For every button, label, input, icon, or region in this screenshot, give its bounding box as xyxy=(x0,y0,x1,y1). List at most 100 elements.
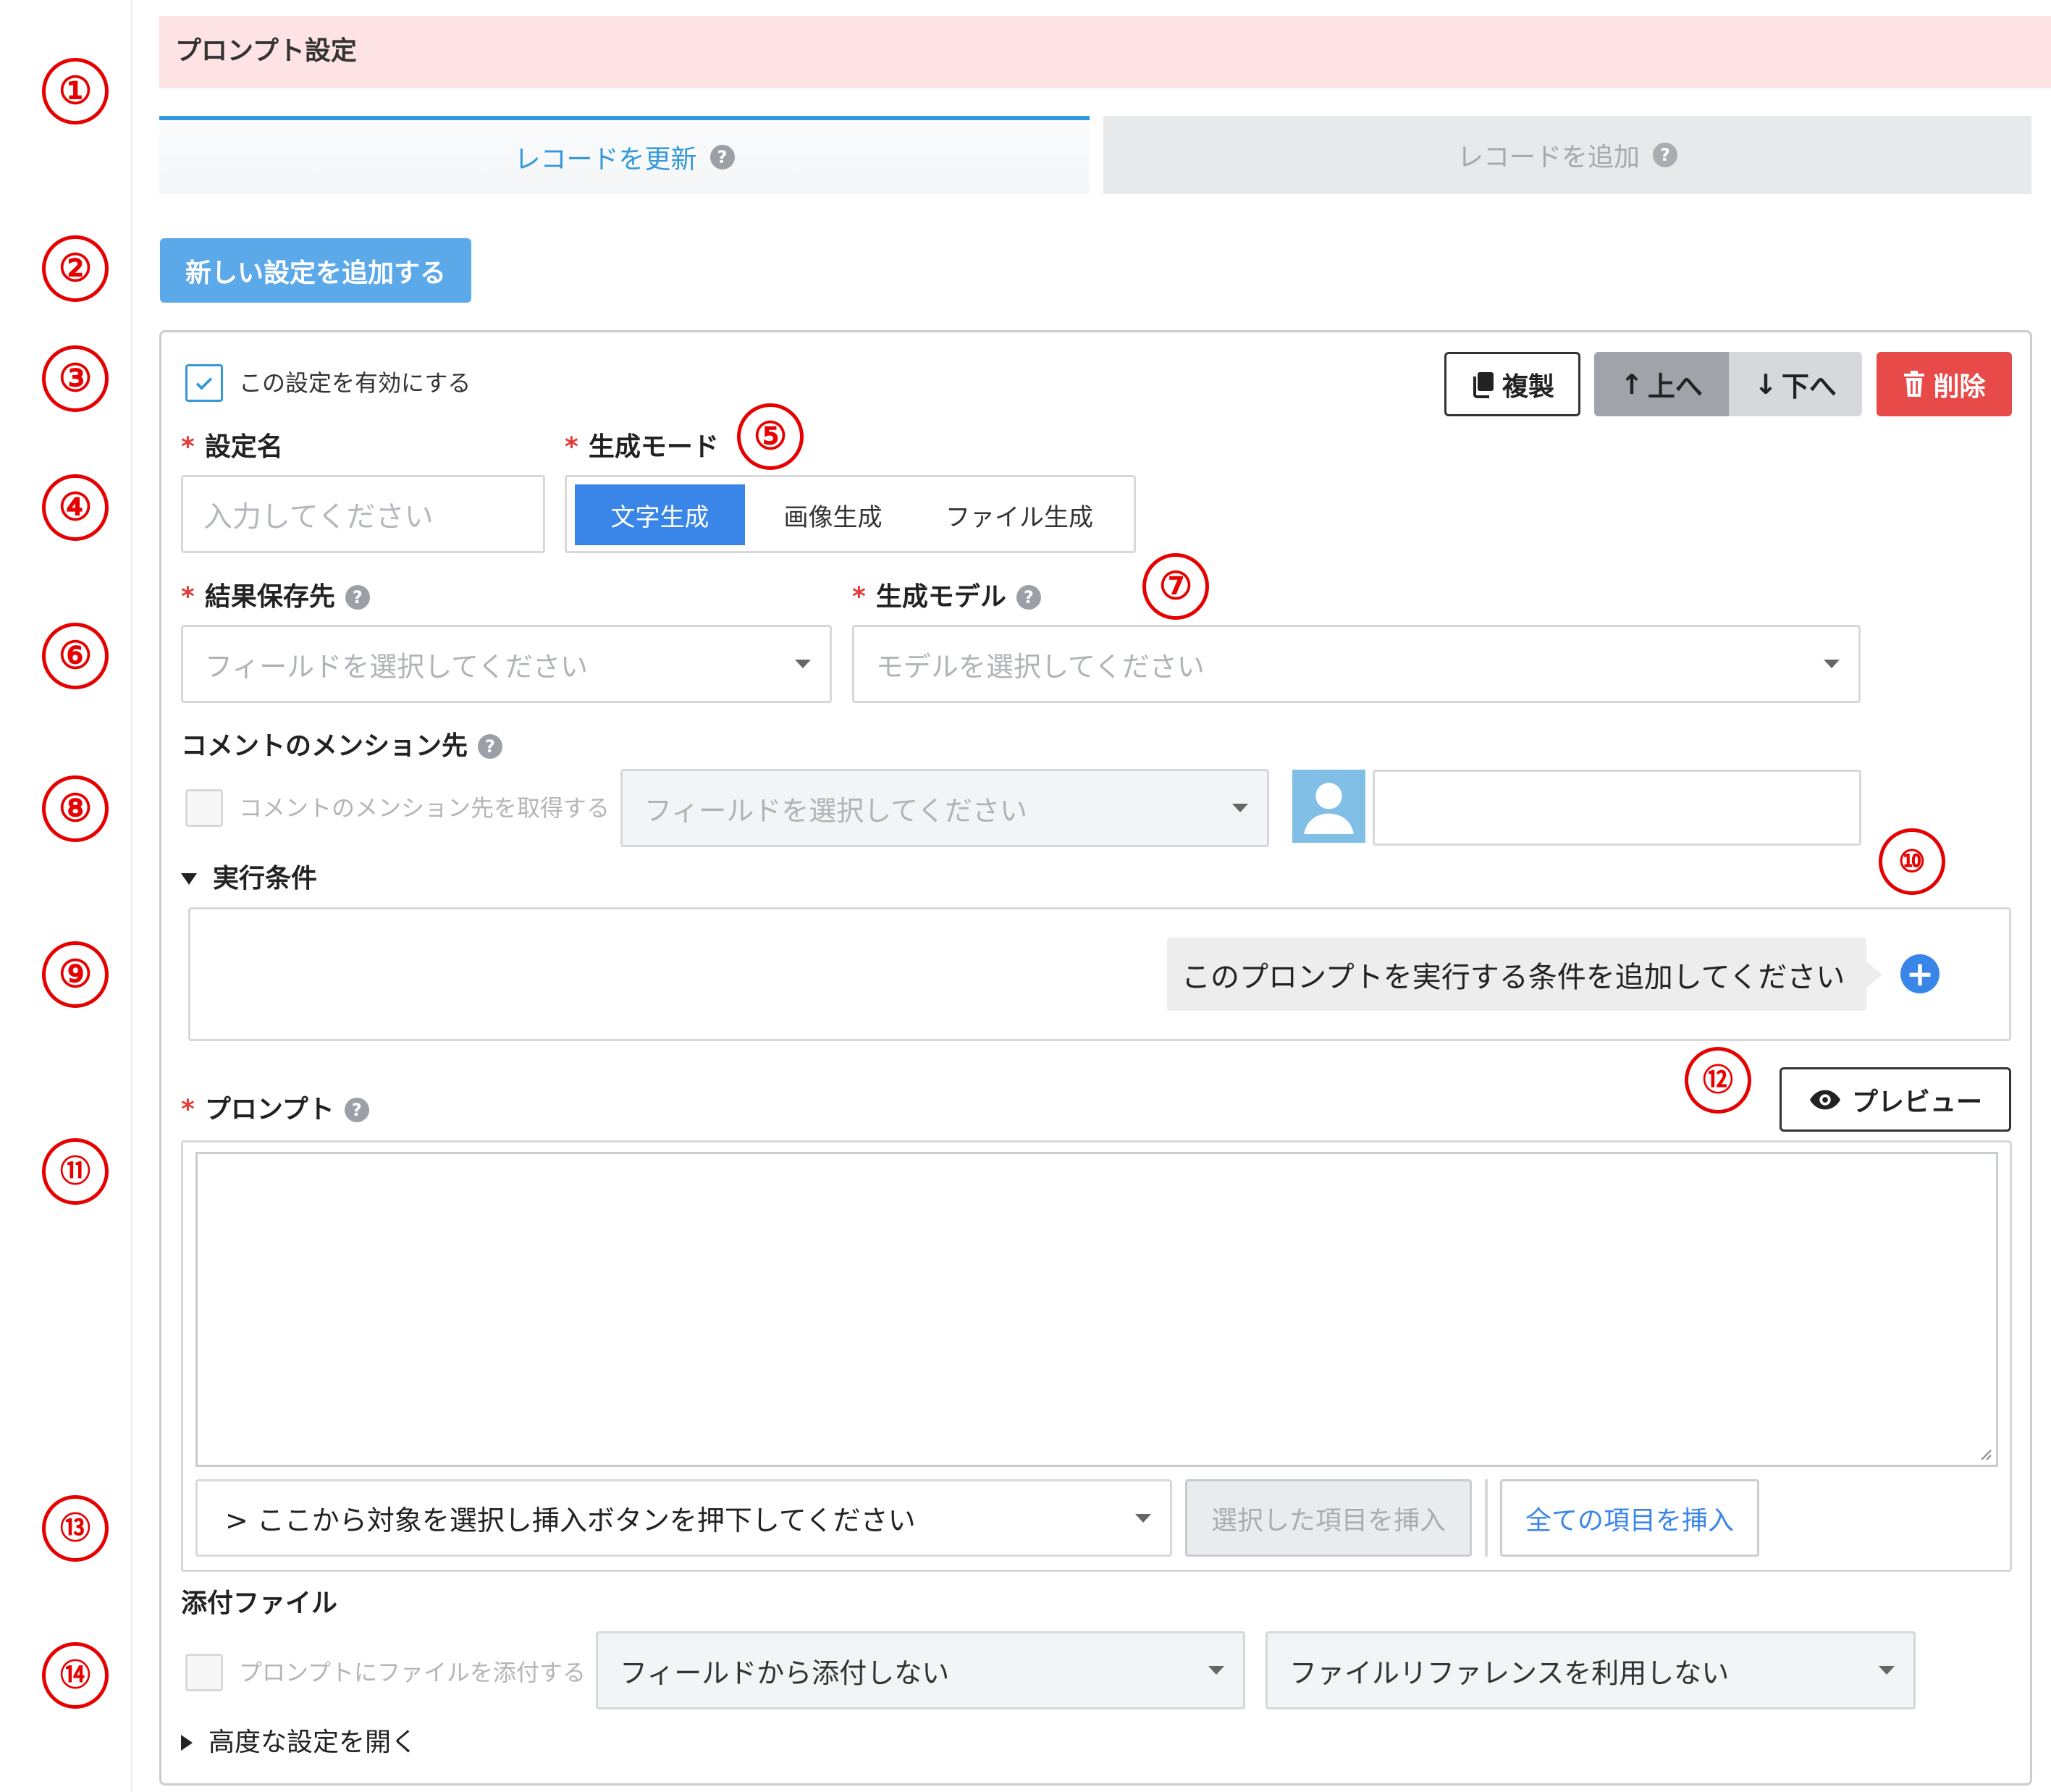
arrow-up-icon: ↑ xyxy=(1620,368,1643,400)
marker-1: ① xyxy=(42,58,109,125)
insert-all-button[interactable]: 全ての項目を挿入 xyxy=(1500,1479,1759,1557)
required-mark: * xyxy=(181,582,195,612)
resize-handle-icon[interactable] xyxy=(1977,1446,1992,1460)
marker-14: ⑭ xyxy=(42,1642,109,1709)
tab-update-record[interactable]: レコードを更新 ? xyxy=(159,116,1090,194)
marker-8: ⑧ xyxy=(42,775,109,842)
insert-field-placeholder: > ここから対象を選択し挿入ボタンを押下してください xyxy=(225,1505,916,1536)
insert-selected-button[interactable]: 選択した項目を挿入 xyxy=(1185,1479,1472,1557)
button-separator xyxy=(1485,1479,1488,1557)
copy-button[interactable]: 複製 xyxy=(1444,352,1580,416)
chevron-down-icon xyxy=(1135,1513,1151,1523)
help-icon[interactable]: ? xyxy=(1016,585,1041,610)
model-label-text: 生成モデル xyxy=(875,582,1006,612)
mention-checkbox-row[interactable]: コメントのメンション先を取得する xyxy=(185,789,610,827)
mode-label-text: 生成モード xyxy=(588,432,719,462)
advanced-settings-toggle[interactable]: 高度な設定を開く xyxy=(181,1726,417,1759)
marker-2: ② xyxy=(42,235,109,302)
help-icon[interactable]: ? xyxy=(345,585,370,610)
required-mark: * xyxy=(852,582,866,612)
preview-button[interactable]: プレビュー xyxy=(1780,1067,2011,1132)
result-field-select[interactable]: フィールドを選択してください xyxy=(181,625,832,703)
prompt-textarea[interactable] xyxy=(195,1152,1998,1467)
mode-option-image[interactable]: 画像生成 xyxy=(755,484,911,545)
marker-9: ⑨ xyxy=(42,941,109,1008)
mode-option-file[interactable]: ファイル生成 xyxy=(922,484,1117,545)
chevron-down-icon xyxy=(795,660,811,668)
mention-user-input[interactable] xyxy=(1373,770,1861,846)
caret-down-icon xyxy=(181,873,197,885)
user-icon xyxy=(1304,783,1354,834)
mention-label-text: コメントのメンション先 xyxy=(181,731,468,761)
mention-field-select[interactable]: フィールドを選択してください xyxy=(620,769,1269,847)
required-mark: * xyxy=(565,432,578,462)
model-select[interactable]: モデルを選択してください xyxy=(852,625,1861,703)
marker-4: ④ xyxy=(42,474,109,541)
delete-label: 削除 xyxy=(1933,371,1986,402)
enable-setting[interactable]: この設定を有効にする xyxy=(185,364,471,402)
file-reference-select[interactable]: ファイルリファレンスを利用しない xyxy=(1265,1631,1916,1709)
insert-field-select[interactable]: > ここから対象を選択し挿入ボタンを押下してください xyxy=(195,1479,1172,1557)
conditions-hint: このプロンプトを実行する条件を追加してください xyxy=(1167,938,1882,1011)
move-down-label: 下へ xyxy=(1781,371,1837,403)
caret-right-icon xyxy=(181,1735,193,1751)
chevron-down-icon xyxy=(1208,1666,1224,1675)
tab-label: レコードを更新 xyxy=(514,145,697,174)
model-placeholder: モデルを選択してください xyxy=(876,650,1205,683)
user-avatar-icon xyxy=(1292,770,1365,843)
preview-label: プレビュー xyxy=(1851,1087,1982,1117)
tab-label: レコードを追加 xyxy=(1457,143,1640,172)
arrow-down-icon: ↓ xyxy=(1754,368,1777,400)
check-icon xyxy=(195,377,213,390)
conditions-hint-text: このプロンプトを実行する条件を追加してください xyxy=(1182,960,1845,994)
tab-add-record[interactable]: レコードを追加 ? xyxy=(1103,116,2031,194)
section-header xyxy=(159,16,2051,88)
mention-field-placeholder: フィールドを選択してください xyxy=(644,794,1027,827)
add-condition-icon[interactable]: + xyxy=(1900,954,1940,993)
advanced-settings-label: 高度な設定を開く xyxy=(209,1728,418,1757)
trash-icon xyxy=(1904,370,1925,397)
attachment-checkbox-row[interactable]: プロンプトにファイルを添付する xyxy=(185,1654,586,1691)
attachment-field-select[interactable]: フィールドから添付しない xyxy=(596,1631,1245,1709)
move-down-button[interactable]: ↓ 下へ xyxy=(1729,352,1862,416)
marker-3: ③ xyxy=(42,345,109,412)
eye-icon xyxy=(1809,1090,1841,1109)
model-label: * 生成モデル ? xyxy=(852,579,1041,615)
result-field-placeholder: フィールドを選択してください xyxy=(205,650,588,683)
conditions-toggle[interactable]: 実行条件 xyxy=(181,862,317,896)
help-icon[interactable]: ? xyxy=(478,734,503,759)
prompt-label: * プロンプト ? xyxy=(181,1092,369,1128)
conditions-label: 実行条件 xyxy=(213,864,318,893)
result-field-text: 結果保存先 xyxy=(204,582,335,612)
add-setting-button[interactable]: 新しい設定を追加する xyxy=(160,238,471,303)
chevron-down-icon xyxy=(1824,660,1840,668)
enable-label: この設定を有効にする xyxy=(239,369,471,397)
move-up-button[interactable]: ↑ 上へ xyxy=(1594,352,1729,416)
move-up-label: 上へ xyxy=(1647,371,1703,403)
setting-name-text: 設定名 xyxy=(204,432,283,462)
file-reference-value: ファイルリファレンスを利用しない xyxy=(1289,1657,1730,1689)
attachment-label: 添付ファイル xyxy=(181,1586,337,1622)
required-mark: * xyxy=(181,1095,195,1124)
mode-label: * 生成モード xyxy=(565,429,719,466)
mention-label: コメントのメンション先 ? xyxy=(181,728,503,765)
delete-button[interactable]: 削除 xyxy=(1877,352,2012,416)
attachment-label-text: 添付ファイル xyxy=(181,1589,338,1618)
help-icon[interactable]: ? xyxy=(344,1098,369,1122)
mode-segmented-control: 文字生成 画像生成 ファイル生成 xyxy=(565,475,1136,553)
chevron-down-icon xyxy=(1232,804,1248,812)
setting-name-input[interactable]: 入力してください xyxy=(181,475,545,553)
section-title: プロンプト設定 xyxy=(175,36,357,66)
copy-icon xyxy=(1473,371,1494,398)
prompt-label-text: プロンプト xyxy=(204,1095,334,1124)
attachment-checkbox[interactable] xyxy=(185,1654,223,1691)
mention-checkbox-label: コメントのメンション先を取得する xyxy=(239,794,610,822)
help-icon[interactable]: ? xyxy=(709,145,735,169)
marker-11: ⑪ xyxy=(42,1138,109,1205)
enable-checkbox[interactable] xyxy=(185,364,223,402)
help-icon[interactable]: ? xyxy=(1653,143,1677,167)
left-divider xyxy=(131,0,132,1792)
setting-name-label: * 設定名 xyxy=(181,429,283,466)
mention-checkbox[interactable] xyxy=(185,789,223,827)
mode-option-text[interactable]: 文字生成 xyxy=(575,484,745,545)
